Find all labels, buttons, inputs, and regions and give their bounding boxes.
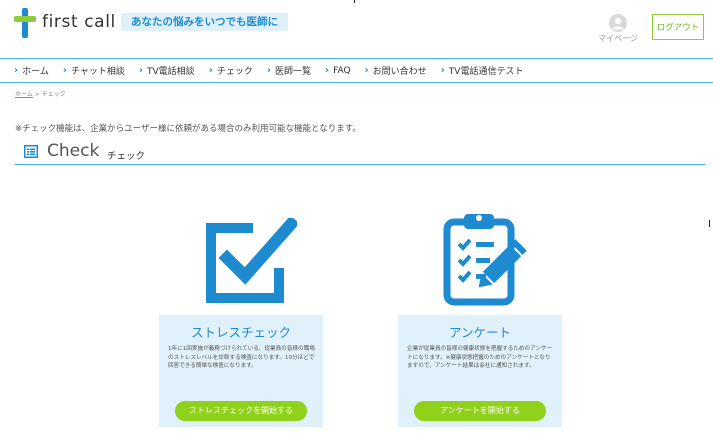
chevron-right-icon: ›: [440, 65, 445, 76]
nav-item-chat[interactable]: › チャット相談: [63, 64, 125, 77]
chevron-right-icon: ›: [364, 65, 369, 76]
chevron-right-icon: ›: [324, 65, 330, 76]
nav-item-faq[interactable]: › FAQ: [325, 65, 351, 76]
stress-check-title: ストレスチェック: [190, 325, 291, 340]
checkbox-icon: [206, 218, 297, 303]
nav-item-tv-consult[interactable]: › TV電話相談: [139, 64, 195, 77]
survey-card: アンケート 企業が従業員の皆様の健康状態を把握するためのアンケートになります。※…: [398, 315, 562, 427]
avatar-icon: [609, 14, 627, 32]
chevron-right-icon: ›: [266, 65, 271, 76]
nav-item-home[interactable]: › ホーム: [14, 64, 49, 77]
breadcrumb-separator: >: [34, 91, 40, 98]
chevron-right-icon: ›: [208, 65, 213, 76]
start-survey-button[interactable]: アンケートを開始する: [414, 401, 546, 421]
breadcrumb: ホーム > チェック: [15, 89, 66, 98]
nav-item-check[interactable]: › チェック: [209, 64, 253, 77]
tagline: あなたの悩みをいつでも医師に: [121, 13, 288, 31]
calendar-list-icon: [24, 145, 38, 158]
logout-button[interactable]: ログアウト: [652, 14, 704, 40]
chevron-right-icon: ›: [138, 65, 144, 76]
section-title-ja: チェック: [107, 151, 146, 162]
nav-item-tv-test[interactable]: › TV電話通信テスト: [441, 64, 524, 77]
mypage-link[interactable]: マイページ: [597, 14, 639, 44]
edge-mark: [354, 0, 355, 3]
global-nav: › ホーム › チャット相談 › TV電話相談 › チェック › 医師一覧 › FAQ › お…: [0, 58, 713, 83]
header: first call あなたの悩みをいつでも医師に マイページ ログアウト: [0, 0, 713, 52]
chevron-right-icon: ›: [62, 65, 67, 76]
first-call-logo-icon[interactable]: [14, 8, 36, 38]
edge-mark: [709, 220, 710, 227]
chevron-right-icon: ›: [14, 65, 19, 76]
survey-description: 企業が従業員の皆様の健康状態を把握するためのアンケートになります。※健康状態把握…: [407, 346, 553, 370]
breadcrumb-current: チェック: [41, 91, 66, 98]
start-stress-check-button[interactable]: ストレスチェックを開始する: [175, 401, 307, 421]
section-title-en: Check: [47, 141, 100, 161]
mypage-label: マイページ: [598, 34, 638, 43]
clipboard-icon: [443, 214, 527, 306]
section-title: Check チェック: [15, 140, 705, 165]
breadcrumb-home-link[interactable]: ホーム: [15, 91, 33, 98]
nav-item-contact[interactable]: › お問い合わせ: [365, 64, 427, 77]
stress-check-description: 1年に1回実施が義務づけられている、従業員の皆様の職場のストレスレベルを診断する…: [168, 346, 315, 370]
stress-check-card: ストレスチェック 1年に1回実施が義務づけられている、従業員の皆様の職場のストレ…: [159, 315, 323, 427]
brand-name[interactable]: first call: [42, 12, 116, 32]
nav-item-doctors[interactable]: › 医師一覧: [267, 64, 311, 77]
survey-title: アンケート: [448, 325, 511, 340]
availability-notice: ※チェック機能は、企業からユーザー様に依頼がある場合のみ利用可能な機能となります…: [15, 124, 361, 134]
